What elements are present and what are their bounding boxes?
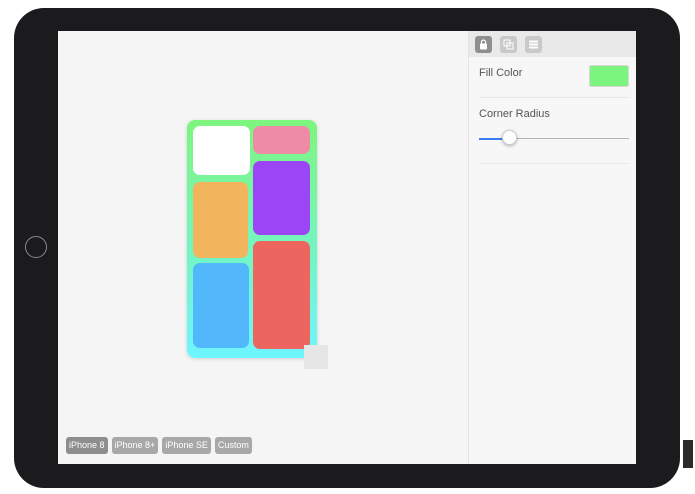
device-custom-button[interactable]: Custom: [214, 437, 252, 454]
tile-blue[interactable]: [193, 263, 249, 348]
lock-icon[interactable]: [475, 35, 492, 53]
device-iphone-8-plus-button[interactable]: iPhone 8+: [111, 437, 159, 454]
ipad-screen: iPhone 8 iPhone 8+ iPhone SE Custom Fill…: [58, 31, 636, 464]
resize-handle[interactable]: [304, 345, 328, 369]
fill-color-row: Fill Color: [479, 57, 629, 98]
corner-radius-slider-thumb[interactable]: [502, 130, 517, 145]
device-selector: iPhone 8 iPhone 8+ iPhone SE Custom: [66, 437, 252, 454]
layers-icon[interactable]: [525, 35, 542, 53]
inspector-tabs: [469, 31, 636, 57]
transform-icon[interactable]: [500, 35, 517, 53]
design-canvas[interactable]: iPhone 8 iPhone 8+ iPhone SE Custom: [58, 31, 468, 464]
corner-radius-label: Corner Radius: [479, 108, 550, 120]
tile-white[interactable]: [193, 126, 250, 175]
tile-pink[interactable]: [253, 126, 310, 154]
tile-orange[interactable]: [193, 182, 248, 258]
device-iphone-se-button[interactable]: iPhone SE: [162, 437, 211, 454]
tile-purple[interactable]: [253, 161, 310, 235]
fill-color-label: Fill Color: [479, 67, 523, 79]
phone-artboard[interactable]: [187, 120, 317, 358]
tile-red[interactable]: [253, 241, 310, 349]
device-iphone-8-button[interactable]: iPhone 8: [66, 437, 108, 454]
corner-radius-row: Corner Radius: [479, 98, 629, 164]
home-button[interactable]: [25, 236, 47, 258]
side-button: [683, 440, 693, 468]
fill-color-swatch[interactable]: [589, 65, 629, 87]
inspector-panel: Fill Color Corner Radius: [468, 31, 636, 464]
